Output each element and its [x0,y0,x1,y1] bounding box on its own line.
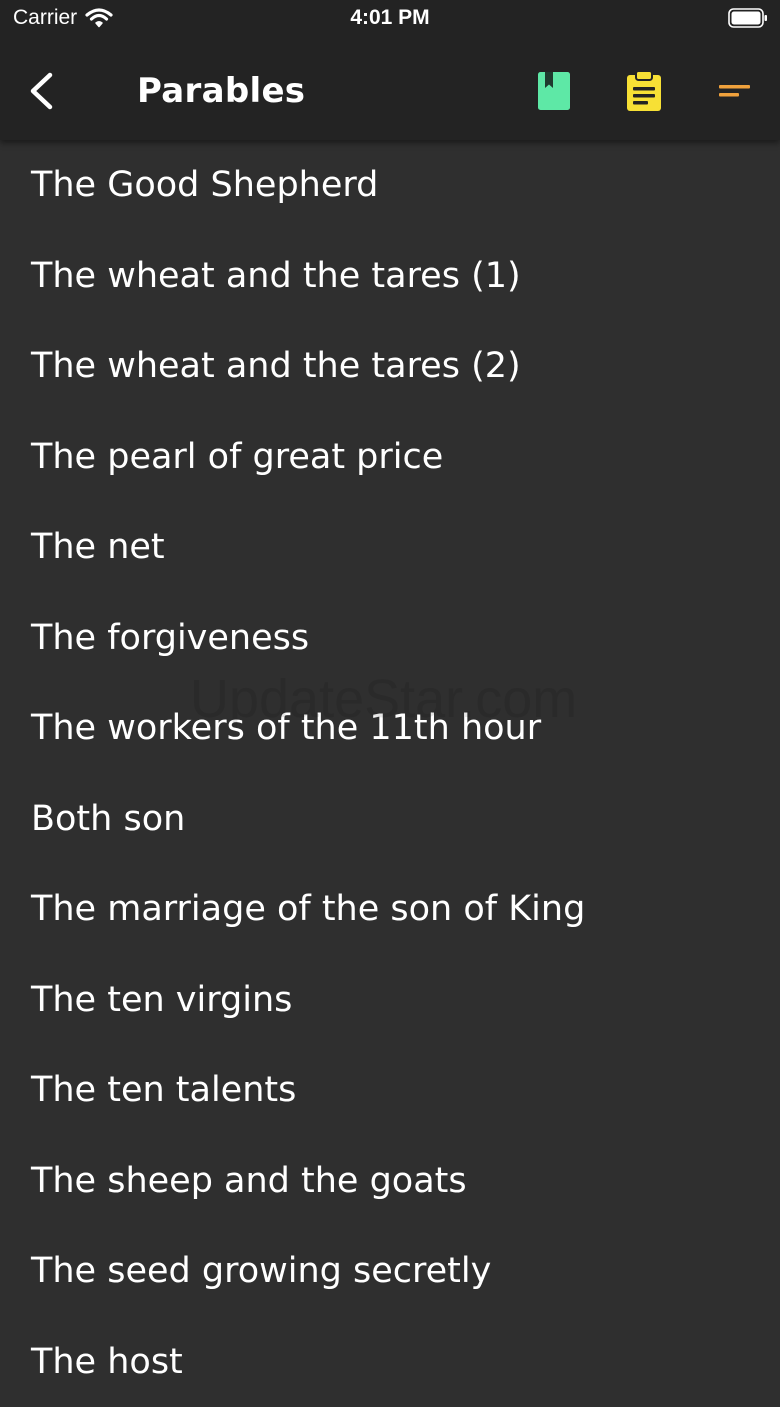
list-item[interactable]: The seed growing secretly [0,1226,780,1317]
notes-button[interactable] [621,68,667,114]
parables-list: The Good Shepherd The wheat and the tare… [0,140,780,1407]
status-bar: Carrier 4:01 PM [0,0,780,40]
sort-lines-icon [712,68,758,114]
chevron-left-icon [22,68,62,114]
list-item[interactable]: The ten talents [0,1045,780,1136]
clipboard-icon [621,68,667,114]
list-item[interactable]: The wheat and the tares (2) [0,321,780,412]
list-item[interactable]: The forgiveness [0,593,780,684]
list-item[interactable]: The pearl of great price [0,412,780,503]
book-bookmark-icon [531,68,577,114]
list-item[interactable]: The sheep and the goats [0,1136,780,1227]
list-item[interactable]: The marriage of the son of King [0,864,780,955]
sort-button[interactable] [712,68,758,114]
back-button[interactable] [22,68,62,114]
status-time: 4:01 PM [0,6,780,30]
top-bar: Carrier 4:01 PM Parables [0,0,780,140]
list-item[interactable]: Both son [0,774,780,865]
list-item[interactable]: The net [0,502,780,593]
navigation-bar: Parables [0,48,780,134]
list-item[interactable]: The workers of the 11th hour [0,683,780,774]
page-title: Parables [137,68,305,114]
list-item[interactable]: The host [0,1317,780,1407]
list-item[interactable]: The Good Shepherd [0,140,780,231]
list-item[interactable]: The wheat and the tares (1) [0,231,780,322]
bookmarks-button[interactable] [531,68,577,114]
list-item[interactable]: The ten virgins [0,955,780,1046]
battery-icon [728,8,768,28]
